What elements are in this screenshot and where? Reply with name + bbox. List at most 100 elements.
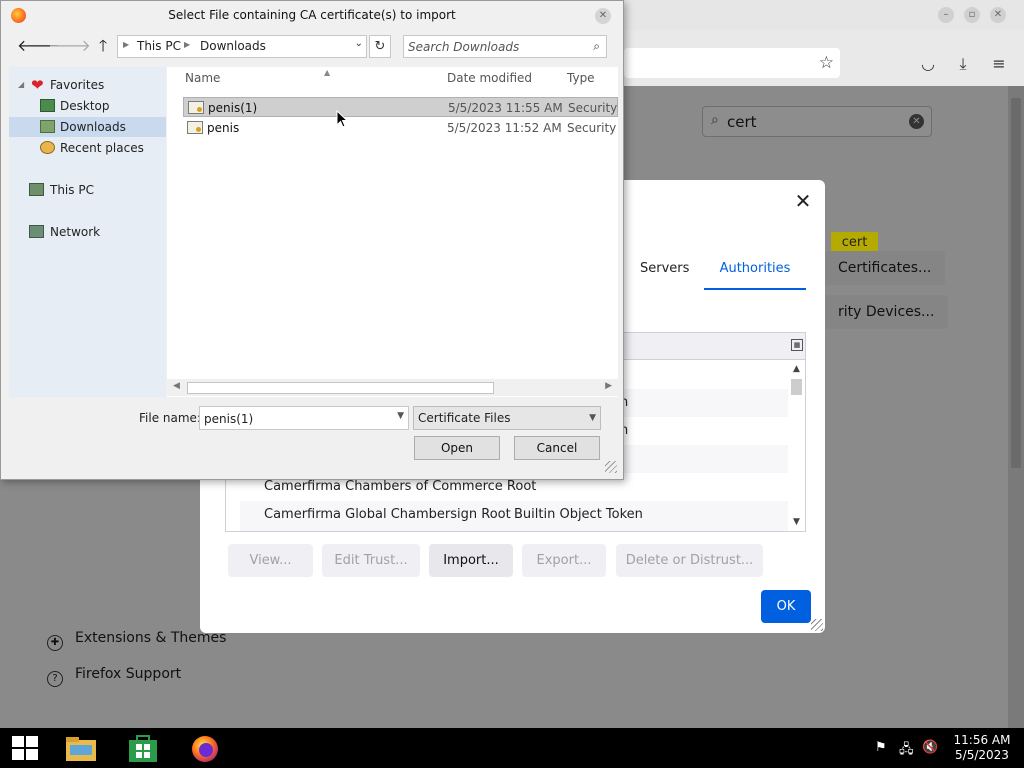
table-row[interactable]: Camerfirma Global Chambersign Root Built… [240,501,788,531]
file-type-filter[interactable]: Certificate Files ▼ [413,406,601,430]
file-name: penis [207,121,240,135]
nav-network[interactable]: Network [9,222,166,242]
scroll-up-icon[interactable]: ▲ [790,363,803,376]
url-bar[interactable]: ☆ [624,48,840,78]
network-icon[interactable]: 🖧 [899,740,914,762]
certificate-file-icon [187,121,203,134]
scrollbar-thumb[interactable] [187,382,494,394]
mouse-cursor-icon [336,110,348,128]
delete-distrust-button[interactable]: Delete or Distrust... [616,544,763,577]
address-bar[interactable]: ▶ This PC ▶ Downloads ⌄ [117,35,367,58]
clock-date: 5/5/2023 [955,748,1009,762]
view-certificates-button[interactable]: Certificates... [824,251,946,285]
start-button[interactable] [12,736,38,760]
breadcrumb-this-pc[interactable]: This PC [137,39,181,53]
minimize-icon[interactable]: – [938,7,954,23]
file-row[interactable]: penis(1) 5/5/2023 11:55 AM Security Cert… [183,97,619,117]
file-date: 5/5/2023 11:55 AM [448,101,563,115]
search-icon[interactable]: ⌕ [593,39,600,54]
back-arrow-icon[interactable]: 🡐 [17,37,60,55]
refresh-icon[interactable]: ↻ [369,35,391,58]
open-button[interactable]: Open [414,436,500,460]
export-button[interactable]: Export... [522,544,606,577]
sort-indicator-icon: ▲ [324,68,331,77]
pocket-icon[interactable]: ◡ [918,54,938,74]
forward-arrow-icon[interactable]: 🡒 [48,37,91,55]
ok-button[interactable]: OK [761,590,811,623]
close-icon[interactable]: ✕ [990,7,1006,23]
search-box[interactable]: ⌕ [403,35,607,58]
file-name-input[interactable] [204,410,384,427]
menu-icon[interactable]: ≡ [989,54,1009,74]
scroll-left-icon[interactable]: ◀ [173,381,180,391]
tab-servers[interactable]: Servers [636,258,693,290]
file-name-combobox[interactable]: ▼ [199,406,409,430]
page-scrollbar[interactable] [1008,86,1024,728]
tab-authorities[interactable]: Authorities [704,258,806,290]
edit-trust-button[interactable]: Edit Trust... [322,544,420,577]
file-row[interactable]: penis 5/5/2023 11:52 AM Security Certifi… [183,118,618,138]
security-devices-button[interactable]: rity Devices... [824,295,949,329]
nav-recent-places[interactable]: Recent places [9,138,166,158]
nav-downloads[interactable]: Downloads [9,117,166,137]
windows-logo-icon [26,749,38,760]
column-picker-icon[interactable]: ▦ [791,339,803,351]
nav-this-pc[interactable]: This PC [9,180,166,200]
column-header-type[interactable]: Type [567,71,595,85]
close-icon[interactable]: ✕ [595,8,611,24]
column-header-date[interactable]: Date modified [447,71,532,85]
view-button[interactable]: View... [228,544,313,577]
firefox-icon[interactable] [188,732,222,764]
firefox-support-label: Firefox Support [75,666,182,682]
chevron-down-icon[interactable]: ⌄ [355,38,363,49]
scrollbar-thumb[interactable] [1011,98,1021,468]
scrollbar-thumb[interactable] [791,379,802,395]
heart-icon: ❤ [31,76,44,94]
volume-muted-icon[interactable]: 🔇 [922,740,938,755]
store-icon[interactable] [126,732,160,764]
expand-triangle-icon[interactable]: ◢ [18,75,24,95]
download-icon[interactable]: ⤓ [953,54,973,74]
file-explorer-icon[interactable] [64,732,98,764]
system-clock[interactable]: 11:56 AM 5/5/2023 [952,733,1012,763]
chevron-down-icon[interactable]: ▼ [589,407,596,429]
resize-grip[interactable] [811,619,823,631]
extensions-themes-link[interactable]: ✚ Extensions & Themes [47,630,226,651]
action-center-flag-icon[interactable]: ⚑ [875,740,887,755]
scroll-right-icon[interactable]: ▶ [605,381,612,391]
tree-scrollbar[interactable]: ▲ ▼ [788,361,805,531]
close-icon[interactable]: ✕ [793,191,813,211]
downloads-folder-icon [40,120,55,133]
scroll-down-icon[interactable]: ▼ [790,516,803,529]
search-highlight-tooltip: cert [831,232,878,253]
file-type-filter-value: Certificate Files [418,411,511,425]
file-type: Security Certificate [567,121,618,135]
resize-grip[interactable] [605,461,617,473]
nav-favorites[interactable]: ◢ ❤ Favorites [9,75,166,95]
preferences-search[interactable]: ⌕ cert ✕ [702,106,932,137]
file-open-dialog: Select File containing CA certificate(s)… [0,0,624,480]
search-input[interactable] [408,38,578,55]
chevron-down-icon[interactable]: ▼ [397,411,404,421]
clear-search-icon[interactable]: ✕ [909,114,924,129]
file-list[interactable]: Name ▲ Date modified Type penis(1) 5/5/20… [167,67,619,397]
nav-desktop[interactable]: Desktop [9,96,166,116]
maximize-icon[interactable]: ▫ [964,7,980,23]
column-header-name[interactable]: Name ▲ [185,68,330,85]
up-arrow-icon[interactable]: 🡑 [93,37,113,55]
cancel-button[interactable]: Cancel [514,436,600,460]
firefox-support-link[interactable]: ? Firefox Support [47,666,181,687]
file-name-label: File name: [139,411,201,425]
nav-downloads-label: Downloads [60,120,126,134]
column-name-label: Name [185,71,221,85]
import-button[interactable]: Import... [429,544,513,577]
nav-recent-label: Recent places [60,141,144,155]
nav-desktop-label: Desktop [60,99,110,113]
network-icon [29,225,44,238]
bookmark-star-icon[interactable]: ☆ [819,53,834,73]
nav-network-label: Network [50,225,101,239]
certificate-file-icon [188,101,204,114]
breadcrumb-downloads[interactable]: Downloads [200,39,266,53]
horizontal-scrollbar[interactable]: ◀ ▶ [167,379,618,396]
clock-time: 11:56 AM [953,733,1011,747]
